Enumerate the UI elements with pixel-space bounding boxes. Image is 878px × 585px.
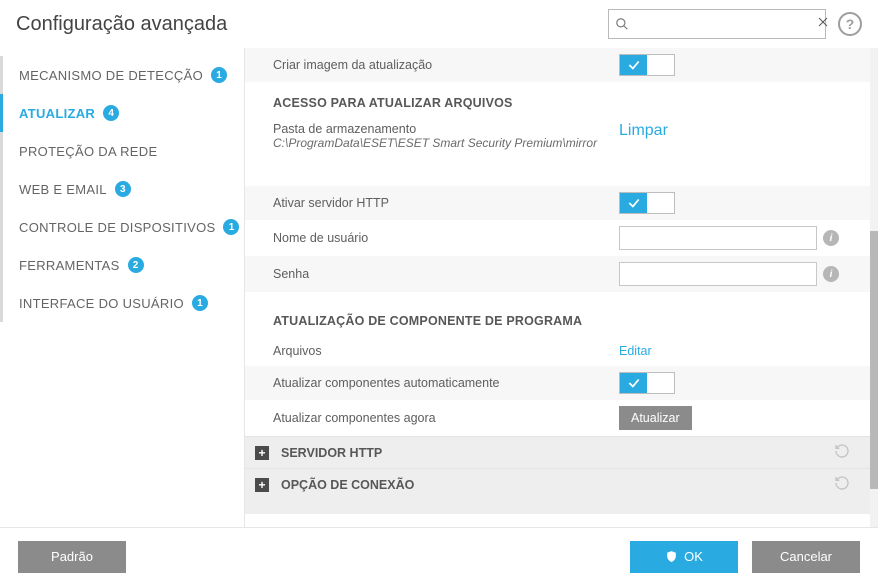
sidebar-item-label: CONTROLE DE DISPOSITIVOS [19,220,215,235]
password-label: Senha [273,267,619,281]
files-label: Arquivos [273,344,619,358]
shield-icon [665,550,678,563]
auto-update-components-label: Atualizar componentes automaticamente [273,376,619,390]
sidebar-item-label: FERRAMENTAS [19,258,120,273]
username-input[interactable] [619,226,817,250]
sidebar-badge: 4 [103,105,119,121]
sidebar: MECANISMO DE DETECÇÃO 1 ATUALIZAR 4 PROT… [0,48,244,527]
http-server-enable-toggle[interactable] [619,192,675,214]
info-icon[interactable]: i [823,230,839,246]
revert-icon[interactable] [834,475,850,494]
section-http-server-collapsed[interactable]: + SERVIDOR HTTP [245,436,870,468]
create-update-image-label: Criar imagem da atualização [273,58,619,72]
sidebar-item-label: PROTEÇÃO DA REDE [19,144,157,159]
username-label: Nome de usuário [273,231,619,245]
section-connection-option-collapsed[interactable]: + OPÇÃO DE CONEXÃO [245,468,870,500]
sidebar-badge: 1 [211,67,227,83]
clear-search-icon[interactable] [817,15,829,33]
sidebar-badge: 3 [115,181,131,197]
section-label: SERVIDOR HTTP [281,446,382,460]
update-components-now-label: Atualizar componentes agora [273,411,619,425]
sidebar-item-detection-engine[interactable]: MECANISMO DE DETECÇÃO 1 [0,56,244,94]
default-button[interactable]: Padrão [18,541,126,573]
storage-folder-label: Pasta de armazenamento [273,122,619,136]
sidebar-item-update[interactable]: ATUALIZAR 4 [0,94,244,132]
section-label: OPÇÃO DE CONEXÃO [281,478,414,492]
cancel-button[interactable]: Cancelar [752,541,860,573]
update-now-button[interactable]: Atualizar [619,406,692,430]
sidebar-item-web-email[interactable]: WEB E EMAIL 3 [0,170,244,208]
sidebar-item-label: MECANISMO DE DETECÇÃO [19,68,203,83]
expand-icon[interactable]: + [255,446,269,460]
storage-folder-path: C:\ProgramData\ESET\ESET Smart Security … [273,136,619,150]
sidebar-badge: 1 [223,219,239,235]
expand-icon[interactable]: + [255,478,269,492]
sidebar-item-label: INTERFACE DO USUÁRIO [19,296,184,311]
sidebar-item-label: WEB E EMAIL [19,182,107,197]
settings-panel: Criar imagem da atualização ACESSO PARA … [245,48,870,527]
sidebar-badge: 1 [192,295,208,311]
sidebar-item-label: ATUALIZAR [19,106,95,121]
scrollbar-vertical[interactable] [870,48,878,527]
section-files-access: ACESSO PARA ATUALIZAR ARQUIVOS [245,82,870,118]
sidebar-badge: 2 [128,257,144,273]
sidebar-item-tools[interactable]: FERRAMENTAS 2 [0,246,244,284]
search-icon [615,17,629,31]
ok-button[interactable]: OK [630,541,738,573]
clear-storage-link[interactable]: Limpar [619,122,668,139]
page-title: Configuração avançada [16,13,608,36]
scrollbar-thumb[interactable] [870,231,878,489]
revert-icon[interactable] [834,443,850,462]
help-button[interactable]: ? [838,12,862,36]
sidebar-item-network-protection[interactable]: PROTEÇÃO DA REDE [0,132,244,170]
sidebar-item-device-control[interactable]: CONTROLE DE DISPOSITIVOS 1 [0,208,244,246]
create-update-image-toggle[interactable] [619,54,675,76]
password-input[interactable] [619,262,817,286]
http-server-enable-label: Ativar servidor HTTP [273,196,619,210]
auto-update-components-toggle[interactable] [619,372,675,394]
search-box[interactable] [608,9,826,39]
ok-button-label: OK [684,549,703,564]
section-program-component-update: ATUALIZAÇÃO DE COMPONENTE DE PROGRAMA [245,300,870,336]
info-icon[interactable]: i [823,266,839,282]
search-input[interactable] [629,17,817,32]
sidebar-item-user-interface[interactable]: INTERFACE DO USUÁRIO 1 [0,284,244,322]
edit-files-link[interactable]: Editar [619,344,652,358]
